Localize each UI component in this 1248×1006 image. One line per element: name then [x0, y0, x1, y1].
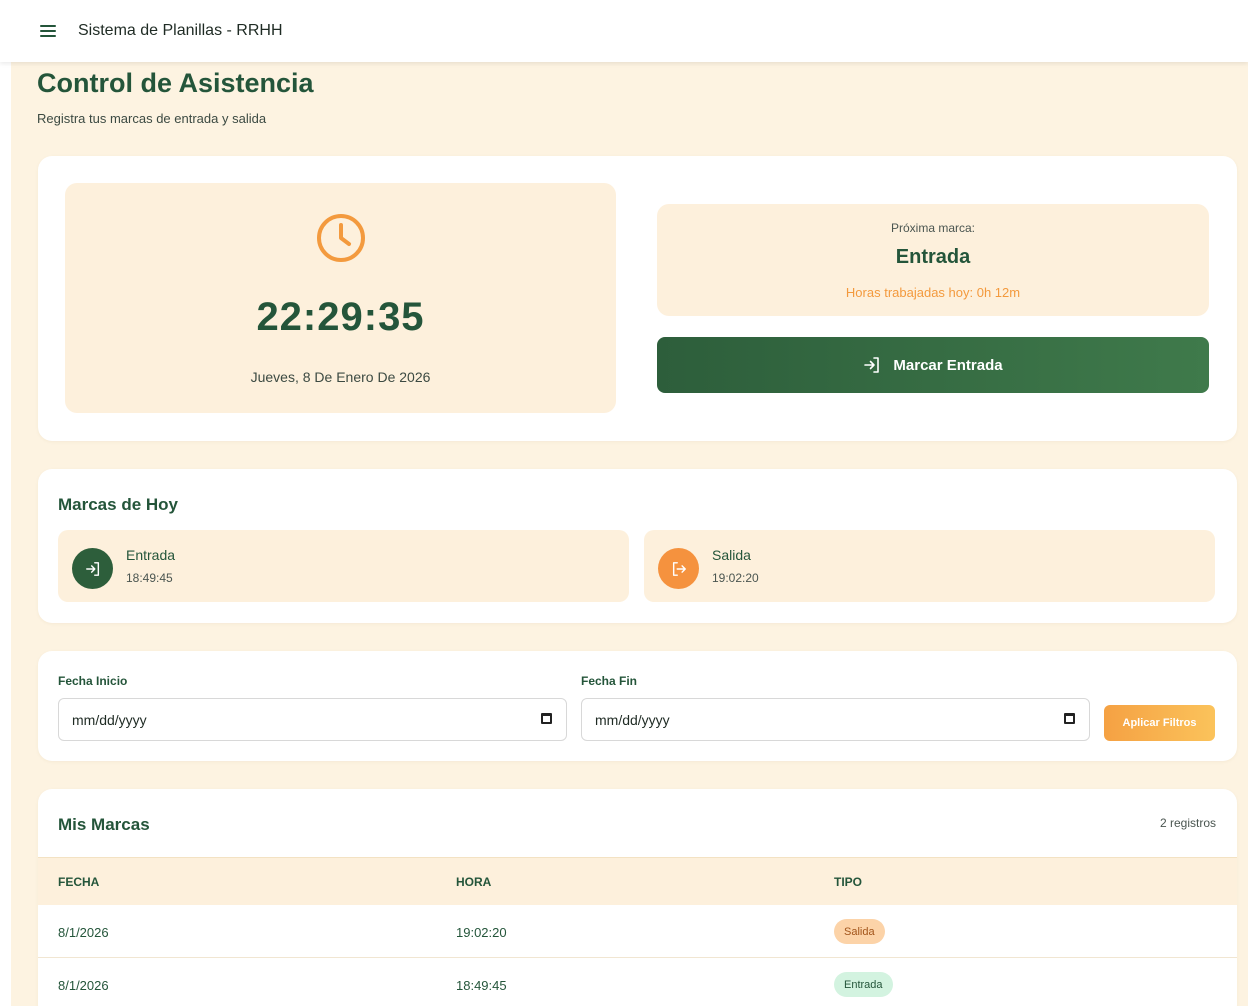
calendar-icon[interactable]	[1064, 713, 1075, 724]
today-exit-time: 19:02:20	[712, 571, 759, 585]
login-icon	[72, 548, 113, 589]
clock-icon	[317, 214, 365, 262]
end-date-input[interactable]: mm/dd/yyyy	[581, 698, 1090, 741]
clock-card: 22:29:35 Jueves, 8 De Enero De 2026 Próx…	[38, 156, 1237, 441]
marks-table-card: Mis Marcas 2 registros FECHA HORA TIPO 8…	[38, 789, 1237, 1006]
today-exit-type: Salida	[712, 547, 751, 563]
end-date-placeholder: mm/dd/yyyy	[595, 711, 670, 728]
page-subtitle: Registra tus marcas de entrada y salida	[37, 111, 267, 126]
table-header: FECHA HORA TIPO	[38, 857, 1237, 905]
clock-time: 22:29:35	[256, 295, 425, 339]
hours-worked: Horas trabajadas hoy: 0h 12m	[845, 285, 1021, 300]
logout-icon	[658, 548, 699, 589]
app-title: Sistema de Planillas - RRHH	[78, 22, 283, 39]
mark-entry-label: Marcar Entrada	[893, 356, 1003, 374]
end-date-label: Fecha Fin	[581, 674, 638, 688]
status-badge: Entrada	[834, 972, 893, 997]
today-entry-item: Entrada 18:49:45	[58, 530, 629, 602]
today-marks-card: Marcas de Hoy Entrada 18:49:45 Salida 19…	[38, 469, 1237, 623]
cell-hora: 18:49:45	[456, 978, 507, 993]
clock-panel: 22:29:35 Jueves, 8 De Enero De 2026	[65, 183, 616, 413]
clock-date: Jueves, 8 De Enero De 2026	[250, 369, 431, 385]
menu-icon[interactable]	[40, 25, 56, 37]
table-row[interactable]: 8/1/2026 19:02:20 Salida	[38, 905, 1237, 958]
today-exit-item: Salida 19:02:20	[644, 530, 1215, 602]
header-tipo: TIPO	[834, 875, 863, 889]
header-hora: HORA	[456, 875, 492, 889]
header-fecha: FECHA	[58, 875, 100, 889]
record-count: 2 registros	[1159, 816, 1216, 830]
next-mark-value: Entrada	[895, 246, 971, 268]
mark-entry-button[interactable]: Marcar Entrada	[657, 337, 1209, 393]
filter-card: Fecha Inicio mm/dd/yyyy Fecha Fin mm/dd/…	[38, 651, 1237, 761]
status-badge: Salida	[834, 919, 885, 944]
cell-fecha: 8/1/2026	[58, 925, 109, 940]
today-entry-time: 18:49:45	[126, 571, 173, 585]
next-mark-panel: Próxima marca: Entrada Horas trabajadas …	[657, 204, 1209, 316]
page-title: Control de Asistencia	[37, 68, 314, 98]
login-icon	[864, 357, 880, 373]
table-row[interactable]: 8/1/2026 18:49:45 Entrada	[38, 958, 1237, 1006]
today-entry-type: Entrada	[126, 547, 176, 563]
cell-fecha: 8/1/2026	[58, 978, 109, 993]
next-mark-label: Próxima marca:	[890, 221, 976, 235]
start-date-input[interactable]: mm/dd/yyyy	[58, 698, 567, 741]
apply-filters-button[interactable]: Aplicar Filtros	[1104, 705, 1215, 741]
today-marks-title: Marcas de Hoy	[58, 495, 178, 514]
start-date-label: Fecha Inicio	[58, 674, 128, 688]
calendar-icon[interactable]	[541, 713, 552, 724]
start-date-placeholder: mm/dd/yyyy	[72, 711, 147, 728]
cell-hora: 19:02:20	[456, 925, 507, 940]
sidebar-edge	[0, 62, 11, 1006]
marks-table-title: Mis Marcas	[58, 815, 150, 834]
top-bar: Sistema de Planillas - RRHH	[0, 0, 1248, 62]
